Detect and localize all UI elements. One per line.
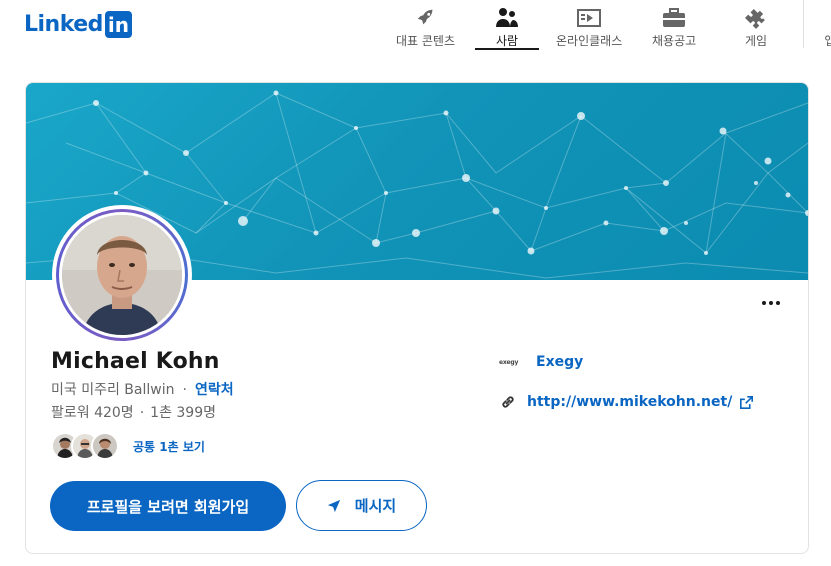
profile-avatar[interactable] xyxy=(52,205,192,345)
briefcase-icon xyxy=(662,6,686,30)
avatar-photo xyxy=(62,215,182,335)
top-navigation: Linked in 대표 콘텐츠 사람 온라인클래스 채용공고 게임 앱 xyxy=(0,0,831,52)
mutual-connections-link[interactable]: 공통 1촌 보기 xyxy=(51,432,205,460)
website-link[interactable]: http://www.mikekohn.net/ xyxy=(499,393,754,411)
logo-in-box: in xyxy=(104,10,132,38)
puzzle-icon xyxy=(744,6,768,30)
more-horizontal-icon-dot xyxy=(769,301,773,305)
linkedin-logo[interactable]: Linked in xyxy=(24,9,132,39)
mutual-avatar xyxy=(91,432,119,460)
separator-dot: · xyxy=(182,382,187,398)
logo-text: Linked xyxy=(24,11,103,37)
people-icon xyxy=(495,6,519,30)
nav-label: 온라인클래스 xyxy=(556,34,623,48)
message-button-label: 메시지 xyxy=(354,497,397,515)
profile-location-line: 미국 미주리 Ballwin · 연락처 xyxy=(51,379,234,399)
nav-label: 게임 xyxy=(744,34,768,48)
nav-label: 앱 xyxy=(824,34,831,48)
apps-icon xyxy=(818,6,831,30)
more-options-button[interactable] xyxy=(757,293,785,313)
send-icon xyxy=(327,499,341,513)
external-link-icon xyxy=(740,395,754,409)
profile-stats: 팔로워 420명 · 1촌 399명 xyxy=(51,402,216,422)
link-icon xyxy=(499,393,517,411)
mutual-connections-label: 공통 1촌 보기 xyxy=(133,439,205,454)
profile-card: Michael Kohn 미국 미주리 Ballwin · 연락처 팔로워 420명… xyxy=(25,82,809,554)
profile-name: Michael Kohn xyxy=(51,349,220,374)
message-button[interactable]: 메시지 xyxy=(296,480,427,531)
contact-info-link[interactable]: 연락처 xyxy=(195,382,234,398)
website-url: http://www.mikekohn.net/ xyxy=(527,394,733,410)
nav-item-games[interactable]: 게임 xyxy=(744,4,768,50)
avatar-ring xyxy=(56,209,188,341)
current-company[interactable]: exegy Exegy xyxy=(499,354,583,370)
rocket-icon xyxy=(414,6,438,30)
join-to-view-profile-button[interactable]: 프로필을 보려면 회원가입 xyxy=(50,481,286,531)
followers-count: 팔로워 420명 xyxy=(51,405,134,421)
video-player-icon xyxy=(577,6,602,30)
nav-item-people[interactable]: 사람 xyxy=(475,4,539,50)
nav-label: 대표 콘텐츠 xyxy=(396,34,456,48)
avatar-inner xyxy=(59,212,185,338)
more-horizontal-icon xyxy=(762,301,766,305)
connections-count: 1촌 399명 xyxy=(150,405,216,421)
company-name: Exegy xyxy=(536,354,584,370)
more-horizontal-icon-dot xyxy=(776,301,780,305)
nav-item-apps[interactable]: 앱 xyxy=(818,4,831,50)
separator-dot: · xyxy=(139,405,145,421)
nav-item-featured-content[interactable]: 대표 콘텐츠 xyxy=(396,4,455,50)
nav-item-online-classes[interactable]: 온라인클래스 xyxy=(556,4,622,50)
nav-divider xyxy=(803,0,804,48)
nav-label: 채용공고 xyxy=(652,34,697,48)
profile-location: 미국 미주리 Ballwin xyxy=(51,382,175,398)
nav-label: 사람 xyxy=(495,34,519,48)
nav-item-jobs[interactable]: 채용공고 xyxy=(652,4,696,50)
company-logo: exegy xyxy=(499,358,519,366)
